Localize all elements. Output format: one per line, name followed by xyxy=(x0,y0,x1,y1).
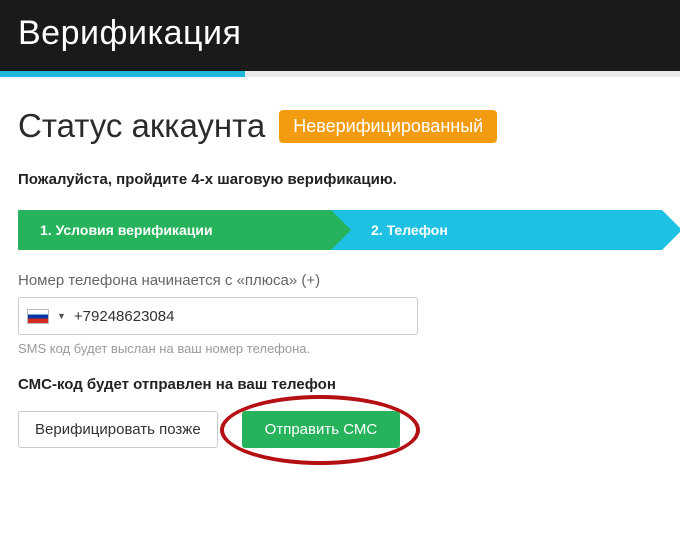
step-terms[interactable]: 1. Условия верификации xyxy=(18,210,331,250)
page-title: Верификация xyxy=(18,14,241,52)
flag-russia-icon xyxy=(27,309,49,324)
send-sms-button[interactable]: Отправить СМС xyxy=(242,411,401,448)
tab-indicator-active xyxy=(0,71,245,77)
wizard-steps: 1. Условия верификации 2. Телефон xyxy=(18,210,662,250)
chevron-down-icon[interactable]: ▼ xyxy=(57,311,66,321)
send-sms-highlight: Отправить СМС xyxy=(242,411,401,448)
status-badge: Неверифицированный xyxy=(279,110,497,143)
action-row: Верифицировать позже Отправить СМС xyxy=(18,411,662,448)
content-area: Статус аккаунта Неверифицированный Пожал… xyxy=(0,77,680,448)
phone-hint: SMS код будет выслан на ваш номер телефо… xyxy=(18,341,662,356)
step-terms-label: 1. Условия верификации xyxy=(40,222,213,238)
phone-input[interactable]: ▼ xyxy=(18,297,418,335)
tab-indicator xyxy=(0,71,680,77)
sms-instruction: СМС-код будет отправлен на ваш телефон xyxy=(18,376,662,393)
account-status-row: Статус аккаунта Неверифицированный xyxy=(18,107,662,145)
phone-number-field[interactable] xyxy=(74,308,409,325)
phone-field-label: Номер телефона начинается с «плюса» (+) xyxy=(18,272,662,289)
verify-later-button[interactable]: Верифицировать позже xyxy=(18,411,218,448)
account-status-title: Статус аккаунта xyxy=(18,107,265,145)
step-phone-label: 2. Телефон xyxy=(371,222,448,238)
verification-instruction: Пожалуйста, пройдите 4-х шаговую верифик… xyxy=(18,171,662,188)
page-header: Верификация xyxy=(0,0,680,71)
step-phone[interactable]: 2. Телефон xyxy=(331,210,662,250)
